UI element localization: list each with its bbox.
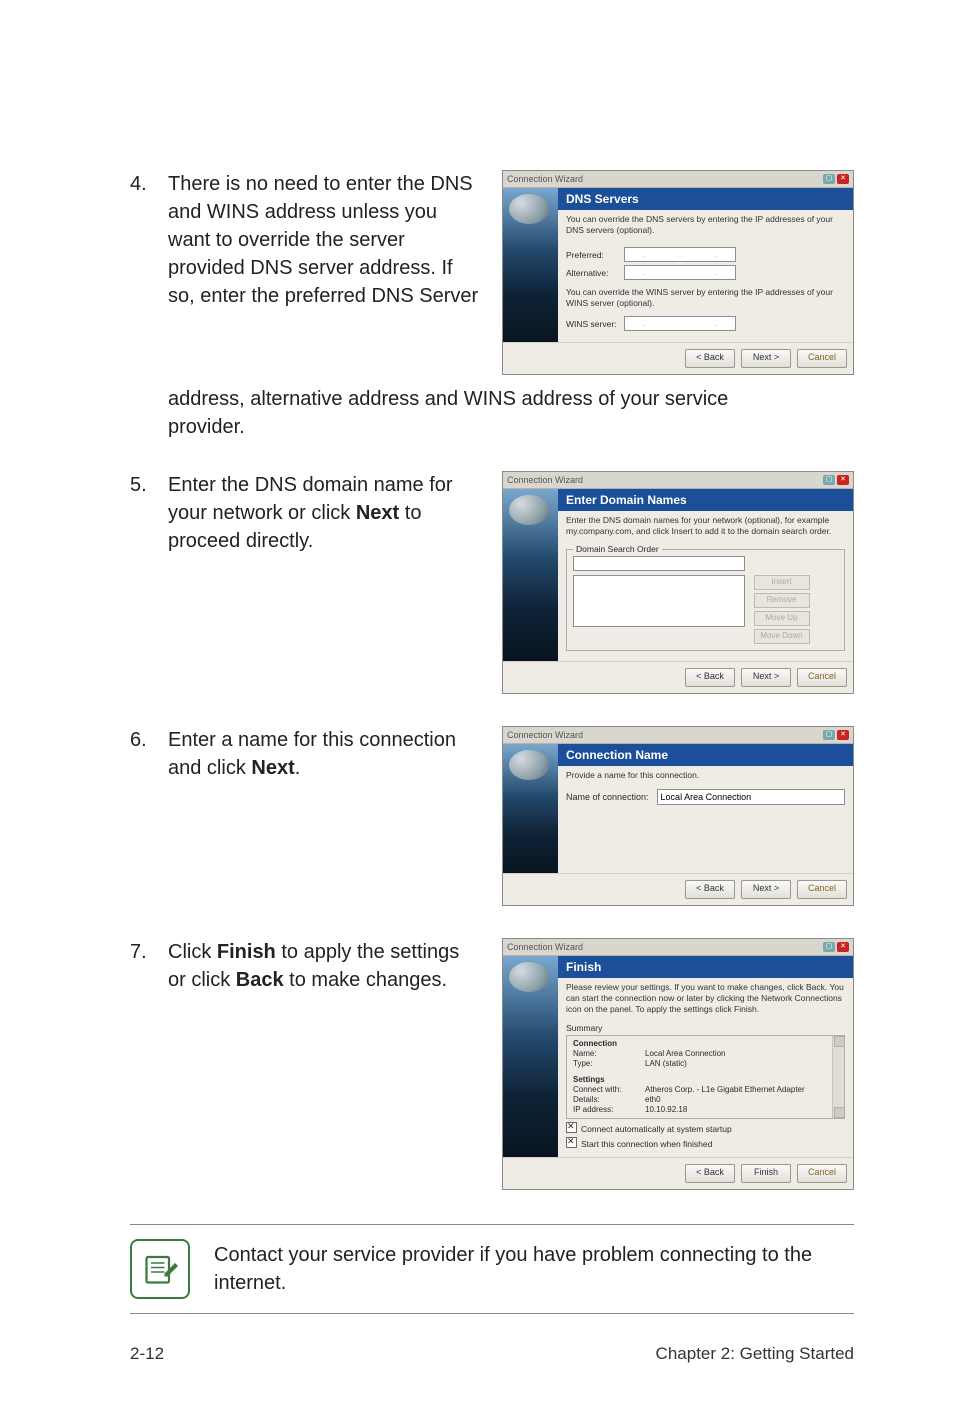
move-down-button[interactable]: Move Down: [754, 629, 810, 644]
step-list: 4. There is no need to enter the DNS and…: [130, 170, 854, 1190]
note-icon: [130, 1239, 190, 1299]
step-4-continuation: address, alternative address and WINS ad…: [130, 385, 854, 441]
wizard-side-image: [503, 956, 558, 1157]
summary-key: IP address:: [573, 1105, 645, 1115]
summary-box: Connection Name:Local Area Connection Ty…: [566, 1035, 845, 1119]
wizard-description: You can override the DNS servers by ente…: [558, 210, 853, 240]
wizard-connection-name: Connection Wizard ▢ ✕ Connection Name Pr…: [502, 726, 854, 906]
window-close-icon[interactable]: ✕: [837, 475, 849, 485]
page: 4. There is no need to enter the DNS and…: [0, 0, 954, 1418]
wins-ip-input[interactable]: ...: [624, 316, 736, 331]
next-button[interactable]: Next >: [741, 349, 791, 368]
wins-label: WINS server:: [566, 319, 618, 329]
wizard-description-2: You can override the WINS server by ente…: [566, 283, 845, 313]
step-5: 5. Enter the DNS domain name for your ne…: [130, 471, 854, 694]
step-6: 6. Enter a name for this connection and …: [130, 726, 854, 906]
summary-value: eth0: [645, 1095, 661, 1105]
window-titlebar: Connection Wizard ▢ ✕: [503, 472, 853, 489]
cancel-button[interactable]: Cancel: [797, 349, 847, 368]
note-text: Contact your service provider if you hav…: [214, 1241, 854, 1297]
fieldset-legend: Domain Search Order: [573, 544, 662, 554]
connection-name-label: Name of connection:: [566, 792, 649, 802]
preferred-label: Preferred:: [566, 250, 618, 260]
preferred-ip-input[interactable]: ...: [624, 247, 736, 262]
window-titlebar: Connection Wizard ▢ ✕: [503, 171, 853, 188]
window-minimize-icon[interactable]: ▢: [823, 174, 835, 184]
window-titlebar: Connection Wizard ▢ ✕: [503, 727, 853, 744]
window-title: Connection Wizard: [507, 942, 583, 952]
summary-value: Atheros Corp. - L1e Gigabit Ethernet Ada…: [645, 1085, 805, 1095]
wizard-heading: Finish: [558, 956, 853, 978]
summary-group: Connection: [573, 1039, 617, 1048]
note-callout: Contact your service provider if you hav…: [130, 1224, 854, 1314]
wizard-dns-servers: Connection Wizard ▢ ✕ DNS Servers You ca…: [502, 170, 854, 375]
back-button[interactable]: < Back: [685, 880, 735, 899]
step-text: Enter the DNS domain name for your netwo…: [168, 471, 482, 555]
insert-button[interactable]: Insert: [754, 575, 810, 590]
page-number: 2-12: [130, 1344, 164, 1364]
checkbox-auto-connect[interactable]: Connect automatically at system startup: [566, 1122, 845, 1134]
summary-value: 10.10.92.18: [645, 1105, 687, 1115]
scrollbar[interactable]: [832, 1036, 844, 1118]
cancel-button[interactable]: Cancel: [797, 880, 847, 899]
wizard-description: Provide a name for this connection.: [558, 766, 853, 785]
move-up-button[interactable]: Move Up: [754, 611, 810, 626]
step-number: 4.: [130, 170, 168, 198]
back-button[interactable]: < Back: [685, 668, 735, 687]
wizard-side-image: [503, 188, 558, 342]
back-button[interactable]: < Back: [685, 1164, 735, 1183]
summary-value: Local Area Connection: [645, 1049, 726, 1059]
window-title: Connection Wizard: [507, 475, 583, 485]
window-title: Connection Wizard: [507, 174, 583, 184]
next-button[interactable]: Next >: [741, 668, 791, 687]
summary-group: Settings: [573, 1075, 605, 1084]
window-close-icon[interactable]: ✕: [837, 942, 849, 952]
step-text: Click Finish to apply the settings or cl…: [168, 938, 482, 994]
alternative-ip-input[interactable]: ...: [624, 265, 736, 280]
alternative-label: Alternative:: [566, 268, 618, 278]
remove-button[interactable]: Remove: [754, 593, 810, 608]
chapter-title: Chapter 2: Getting Started: [656, 1344, 854, 1364]
step-number: 7.: [130, 938, 168, 966]
window-title: Connection Wizard: [507, 730, 583, 740]
step-7: 7. Click Finish to apply the settings or…: [130, 938, 854, 1190]
next-button[interactable]: Next >: [741, 880, 791, 899]
summary-key: Type:: [573, 1059, 645, 1069]
checkbox-start-now[interactable]: Start this connection when finished: [566, 1137, 845, 1149]
window-minimize-icon[interactable]: ▢: [823, 475, 835, 485]
wizard-heading: Connection Name: [558, 744, 853, 766]
step-text: Enter a name for this connection and cli…: [168, 726, 482, 782]
step-4: 4. There is no need to enter the DNS and…: [130, 170, 854, 375]
domain-input[interactable]: [573, 556, 745, 571]
wizard-finish: Connection Wizard ▢ ✕ Finish Please revi…: [502, 938, 854, 1190]
wizard-description: Please review your settings. If you want…: [558, 978, 853, 1019]
window-minimize-icon[interactable]: ▢: [823, 730, 835, 740]
domain-list[interactable]: [573, 575, 745, 627]
step-number: 6.: [130, 726, 168, 754]
step-number: 5.: [130, 471, 168, 499]
window-close-icon[interactable]: ✕: [837, 730, 849, 740]
cancel-button[interactable]: Cancel: [797, 1164, 847, 1183]
summary-key: Details:: [573, 1095, 645, 1105]
summary-key: Connect with:: [573, 1085, 645, 1095]
wizard-heading: Enter Domain Names: [558, 489, 853, 511]
page-footer: 2-12 Chapter 2: Getting Started: [130, 1344, 854, 1364]
wizard-heading: DNS Servers: [558, 188, 853, 210]
wizard-domain-names: Connection Wizard ▢ ✕ Enter Domain Names…: [502, 471, 854, 694]
summary-value: LAN (static): [645, 1059, 687, 1069]
step-text: address, alternative address and WINS ad…: [168, 385, 788, 441]
wizard-description: Enter the DNS domain names for your netw…: [558, 511, 853, 541]
finish-button[interactable]: Finish: [741, 1164, 791, 1183]
cancel-button[interactable]: Cancel: [797, 668, 847, 687]
window-titlebar: Connection Wizard ▢ ✕: [503, 939, 853, 956]
window-minimize-icon[interactable]: ▢: [823, 942, 835, 952]
summary-key: Name:: [573, 1049, 645, 1059]
wizard-side-image: [503, 744, 558, 873]
step-text: There is no need to enter the DNS and WI…: [168, 170, 482, 310]
back-button[interactable]: < Back: [685, 349, 735, 368]
connection-name-input[interactable]: [657, 789, 845, 805]
window-close-icon[interactable]: ✕: [837, 174, 849, 184]
wizard-side-image: [503, 489, 558, 661]
summary-label: Summary: [566, 1023, 845, 1033]
